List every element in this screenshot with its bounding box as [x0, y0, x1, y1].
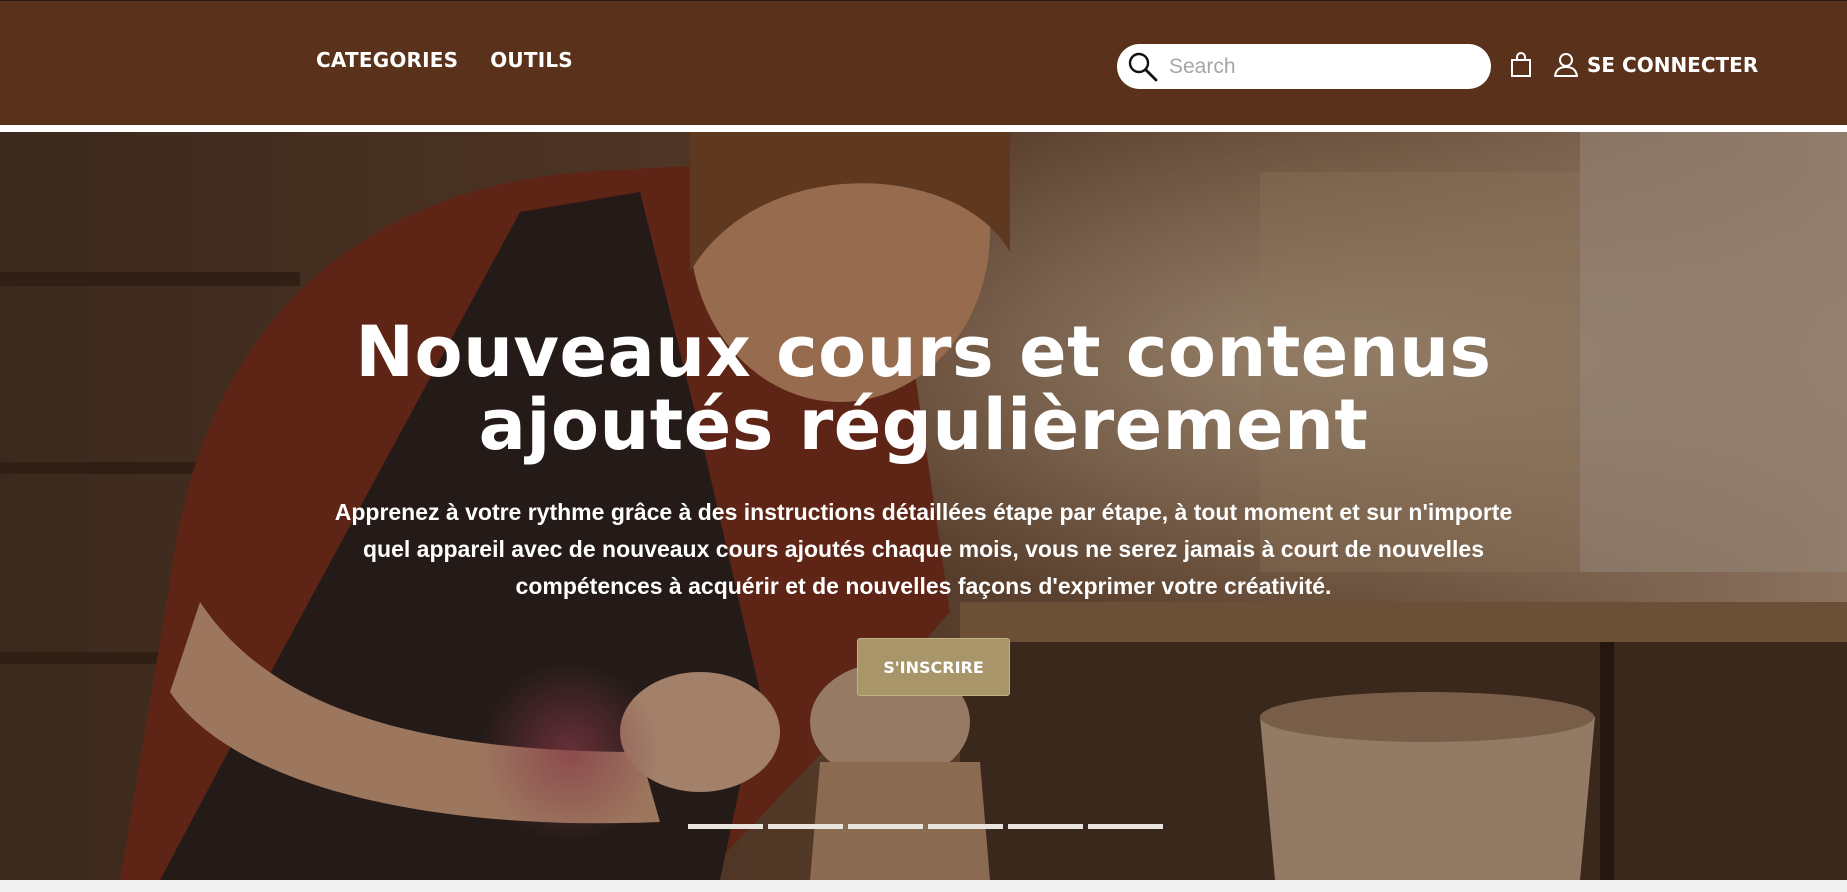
hero-description-line-1: Apprenez à votre rythme grâce à des inst…	[334, 499, 1513, 525]
carousel-indicator-4[interactable]	[928, 824, 1003, 829]
hero-carousel: Nouveaux cours et contenus ajoutés régul…	[0, 132, 1847, 880]
carousel-indicators	[688, 824, 1163, 829]
main-nav: CATEGORIES OUTILS	[316, 48, 573, 72]
carousel-indicator-2[interactable]	[768, 824, 843, 829]
page-bottom-strip	[0, 880, 1847, 892]
hero-description: Apprenez à votre rythme grâce à des inst…	[320, 494, 1527, 605]
login-button[interactable]: SE CONNECTER	[1553, 52, 1758, 78]
search-icon	[1128, 52, 1158, 81]
hero-title-line-2: ajoutés régulièrement	[478, 384, 1369, 466]
signup-button[interactable]: S'INSCRIRE	[857, 638, 1010, 696]
carousel-indicator-3[interactable]	[848, 824, 923, 829]
login-label: SE CONNECTER	[1587, 53, 1759, 77]
site-header: CATEGORIES OUTILS SE CONNECTER	[0, 0, 1847, 125]
user-icon	[1554, 53, 1578, 77]
shopping-bag-icon	[1511, 52, 1531, 77]
carousel-indicator-5[interactable]	[1008, 824, 1083, 829]
carousel-indicator-6[interactable]	[1088, 824, 1163, 829]
carousel-indicator-1[interactable]	[688, 824, 763, 829]
hero-title: Nouveaux cours et contenus ajoutés régul…	[0, 316, 1847, 462]
hero-description-line-2: quel appareil avec de nouveaux cours ajo…	[362, 536, 1485, 562]
cart-button[interactable]	[1509, 52, 1533, 82]
nav-item-categories[interactable]: CATEGORIES	[316, 48, 458, 72]
nav-item-outils[interactable]: OUTILS	[490, 48, 573, 72]
search-box[interactable]	[1117, 44, 1491, 89]
hero-description-line-3: compétences à acquérir et de nouvelles f…	[515, 573, 1332, 599]
search-input[interactable]	[1167, 53, 1471, 80]
hero-title-line-1: Nouveaux cours et contenus	[355, 311, 1492, 393]
header-divider	[0, 125, 1847, 132]
